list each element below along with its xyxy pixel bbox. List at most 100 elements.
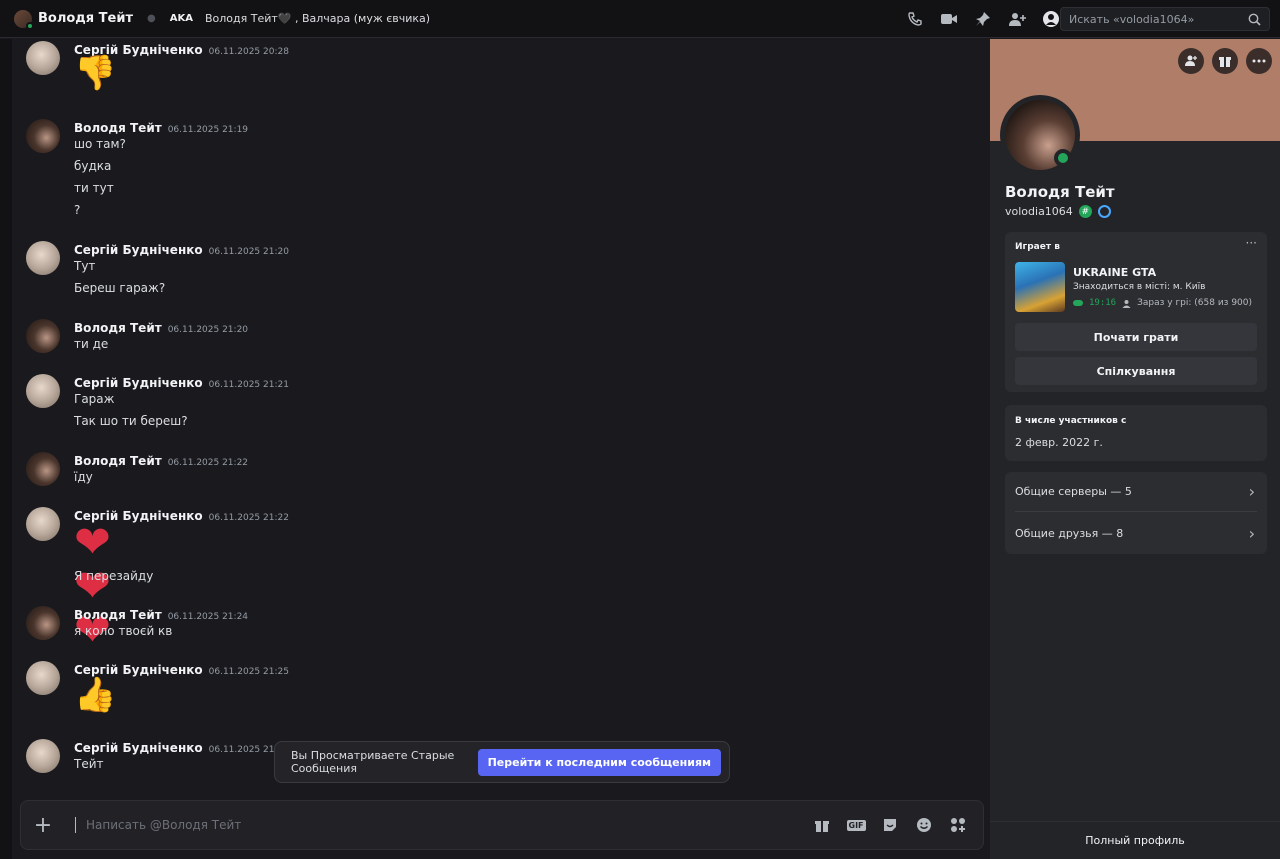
message-text: будка bbox=[74, 159, 112, 173]
message-text: Так шо ти береш? bbox=[74, 414, 188, 428]
pin-icon[interactable] bbox=[974, 10, 992, 28]
gif-icon[interactable]: GIF bbox=[846, 816, 866, 834]
mutual-friends-row[interactable]: Общие друзья — 8 › bbox=[1015, 513, 1257, 553]
full-profile-button[interactable]: Полный профиль bbox=[990, 821, 1280, 859]
avatar[interactable] bbox=[26, 41, 60, 75]
avatar[interactable] bbox=[26, 452, 60, 486]
message-author[interactable]: Володя Тейт bbox=[74, 321, 162, 335]
mutual-friends-label: Общие друзья — 8 bbox=[1015, 526, 1124, 540]
sticker-icon[interactable] bbox=[881, 816, 899, 834]
message-timestamp: 06.11.2025 21:19 bbox=[167, 125, 249, 135]
search-icon bbox=[1248, 13, 1261, 26]
avatar[interactable] bbox=[26, 739, 60, 773]
search-placeholder: Искать «volodia1064» bbox=[1069, 12, 1195, 26]
avatar[interactable] bbox=[26, 507, 60, 541]
avatar[interactable] bbox=[26, 241, 60, 275]
thumbs-down-emoji: 👎 bbox=[74, 53, 117, 93]
message-text: Тут bbox=[74, 259, 96, 273]
chat-button[interactable]: Спілкування bbox=[1015, 357, 1257, 385]
message-composer: + Написать @Володя Тейт GIF bbox=[20, 800, 984, 850]
old-messages-text: Вы Просматриваете Старые Сообщения bbox=[291, 749, 455, 775]
hashtag-badge-icon[interactable]: # bbox=[1078, 205, 1092, 218]
game-location: Знаходиться в місті: м. Київ bbox=[1073, 282, 1206, 292]
avatar[interactable] bbox=[26, 661, 60, 695]
attach-plus-button[interactable]: + bbox=[21, 800, 65, 850]
message-timestamp: 06.11.2025 21:20 bbox=[208, 247, 289, 257]
chevron-right-icon: › bbox=[1248, 523, 1255, 543]
message-author[interactable]: Володя Тейт bbox=[74, 454, 162, 468]
message-timestamp: 06.11.2025 21:24 bbox=[167, 612, 249, 622]
message-text: я коло твоєй кв bbox=[74, 624, 173, 638]
user-profile-panel: Володя Тейт volodia1064 # Играет в ··· U… bbox=[990, 39, 1280, 859]
message-timestamp: 06.11.2025 21:22 bbox=[208, 513, 289, 523]
message-author[interactable]: Сергій Будніченко bbox=[74, 376, 203, 390]
avatar[interactable] bbox=[26, 606, 60, 640]
message-timestamp: 06.11.2025 21:20 bbox=[167, 325, 249, 335]
message-author[interactable]: Сергій Будніченко bbox=[74, 243, 203, 257]
profile-username-row: volodia1064 # bbox=[1005, 205, 1111, 218]
member-since-label: В числе участников с bbox=[1015, 416, 1127, 426]
message-author[interactable]: Володя Тейт bbox=[74, 608, 162, 622]
message-timestamp: 06.11.2025 21:21 bbox=[208, 380, 289, 390]
header-title: Володя Тейт bbox=[38, 11, 133, 26]
chevron-right-icon: › bbox=[1248, 482, 1255, 501]
game-icon bbox=[1015, 262, 1065, 312]
game-meta: 19:16 Зараз у грі: (658 из 900) bbox=[1073, 298, 1252, 308]
message-timestamp: 06.11.2025 21:22 bbox=[167, 458, 249, 468]
online-status-icon bbox=[1054, 149, 1072, 167]
profile-display-name: Володя Тейт bbox=[1005, 183, 1115, 201]
message-text: їду bbox=[74, 470, 93, 484]
header-avatar[interactable] bbox=[14, 9, 34, 30]
message-author[interactable]: Володя Тейт bbox=[74, 121, 162, 135]
message-text: ти де bbox=[74, 337, 109, 351]
header-toolbar bbox=[906, 0, 1060, 38]
activity-label: Играет в bbox=[1015, 242, 1060, 252]
message-timestamp: 06.11.2025 21:25 bbox=[208, 667, 289, 677]
message-text: шо там? bbox=[74, 137, 126, 151]
message-text: Тейт bbox=[74, 757, 104, 771]
video-icon[interactable] bbox=[940, 10, 958, 28]
gift-icon[interactable] bbox=[813, 816, 831, 834]
emoji-icon[interactable] bbox=[915, 816, 933, 834]
top-bar: Володя Тейт ● AKA Володя Тейт🖤 , Валчара… bbox=[0, 0, 1280, 38]
jump-to-latest-button[interactable]: Перейти к последним сообщениям bbox=[477, 748, 721, 776]
nitro-badge-icon[interactable] bbox=[1097, 205, 1111, 218]
avatar[interactable] bbox=[26, 374, 60, 408]
play-game-button[interactable]: Почати грати bbox=[1015, 323, 1257, 351]
header-separator: ● bbox=[147, 13, 156, 24]
game-title: UKRAINE GTA bbox=[1073, 266, 1157, 279]
message-text: ти тут bbox=[74, 181, 114, 195]
online-status-dot bbox=[26, 21, 34, 30]
players-icon bbox=[1122, 299, 1131, 308]
add-friend-icon[interactable] bbox=[1008, 10, 1026, 28]
message-text: Береш гараж? bbox=[74, 281, 166, 295]
phone-icon[interactable] bbox=[906, 10, 924, 28]
more-options-icon[interactable] bbox=[1246, 48, 1272, 74]
activity-card: Играет в ··· UKRAINE GTA Знаходиться в м… bbox=[1005, 232, 1267, 392]
gif-label: GIF bbox=[846, 819, 866, 831]
profile-icon[interactable] bbox=[1042, 10, 1060, 28]
member-since-card: В числе участников с 2 февр. 2022 г. bbox=[1005, 405, 1267, 461]
activity-more-icon[interactable]: ··· bbox=[1246, 236, 1257, 250]
member-since-date: 2 февр. 2022 г. bbox=[1015, 436, 1103, 449]
chat-messages[interactable]: Сергій Будніченко 06.11.2025 20:28 👎 Воло… bbox=[12, 39, 990, 859]
controller-icon bbox=[1073, 300, 1083, 306]
mutual-servers-row[interactable]: Общие серверы — 5 › bbox=[1015, 472, 1257, 512]
message-input[interactable]: Написать @Володя Тейт bbox=[75, 817, 813, 833]
message-text: Я перезайду bbox=[74, 569, 154, 583]
thumbs-up-emoji: 👍 bbox=[74, 675, 117, 715]
gift-icon[interactable] bbox=[1212, 48, 1238, 74]
mutual-servers-label: Общие серверы — 5 bbox=[1015, 485, 1132, 498]
message-text: Гараж bbox=[74, 392, 115, 406]
aka-label: AKA bbox=[169, 13, 193, 24]
avatar[interactable] bbox=[26, 119, 60, 153]
aka-names: Володя Тейт🖤 , Валчара (муж євчика) bbox=[204, 12, 431, 25]
apps-icon[interactable] bbox=[949, 816, 967, 834]
mutuals-card: Общие серверы — 5 › Общие друзья — 8 › bbox=[1005, 472, 1267, 554]
left-edge bbox=[0, 39, 12, 859]
search-input[interactable]: Искать «volodia1064» bbox=[1060, 7, 1270, 31]
message-text: ? bbox=[74, 203, 81, 217]
add-friend-icon[interactable] bbox=[1178, 48, 1204, 74]
message-author[interactable]: Сергій Будніченко bbox=[74, 741, 203, 755]
avatar[interactable] bbox=[26, 319, 60, 353]
